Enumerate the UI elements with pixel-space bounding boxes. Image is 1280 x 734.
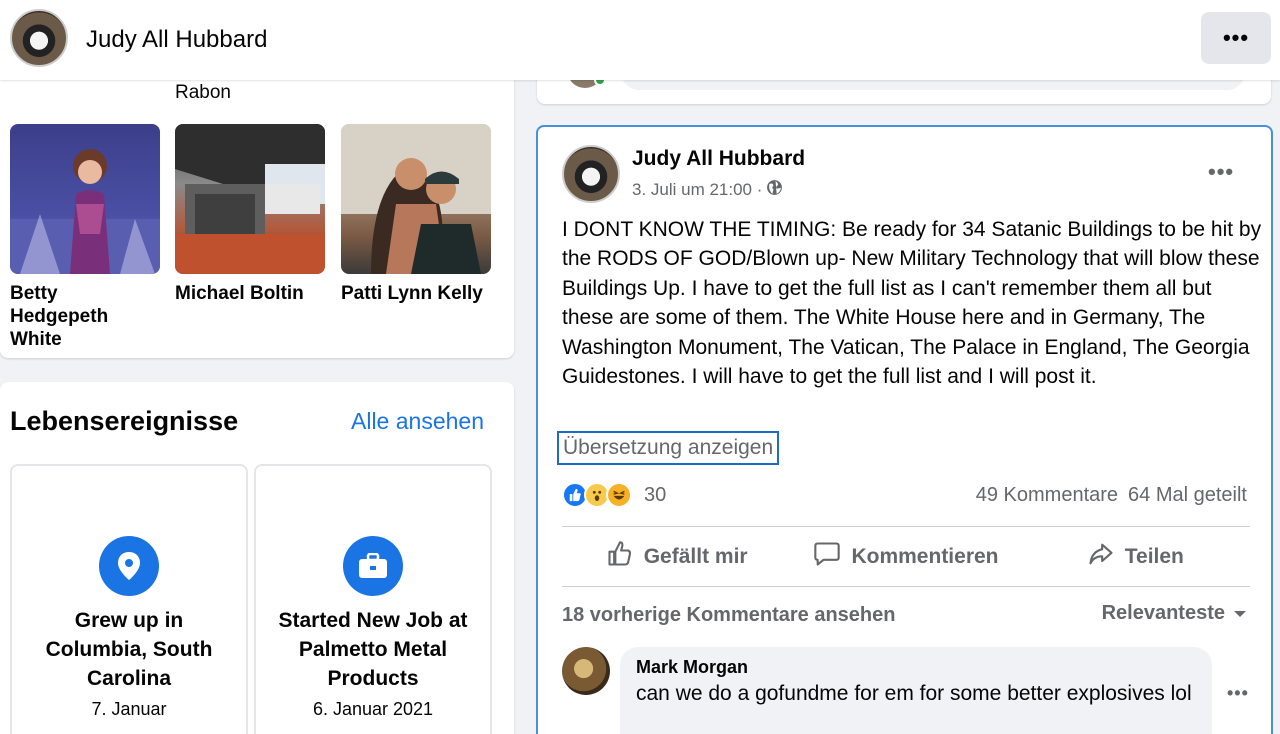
location-pin-icon: [99, 536, 159, 596]
friend-photo[interactable]: [10, 124, 160, 274]
share-icon: [1087, 540, 1115, 574]
comment-more-button[interactable]: •••: [1227, 683, 1249, 704]
reactions-summary[interactable]: 30: [562, 482, 666, 508]
globe-icon: [766, 179, 783, 201]
friend-name[interactable]: Patti Lynn Kelly: [341, 282, 491, 305]
share-label: Teilen: [1124, 545, 1184, 568]
post-author-avatar[interactable]: [562, 145, 620, 203]
comment-button[interactable]: Kommentieren: [791, 532, 1020, 582]
reaction-count[interactable]: 30: [644, 484, 666, 507]
like-label: Gefällt mir: [643, 545, 748, 568]
caret-down-icon: [1233, 602, 1247, 625]
view-previous-comments-link[interactable]: 18 vorherige Kommentare ansehen: [562, 604, 895, 627]
profile-name[interactable]: Judy All Hubbard: [86, 26, 267, 54]
friend-photo[interactable]: [341, 124, 491, 274]
friend-photo[interactable]: [175, 124, 325, 274]
briefcase-icon: [343, 536, 403, 596]
comment-label: Kommentieren: [851, 545, 999, 568]
friend-name-partial[interactable]: Rabon: [175, 82, 231, 104]
post-timestamp[interactable]: 3. Juli um 21:00 ·: [632, 180, 762, 200]
friend-item[interactable]: Patti Lynn Kelly: [341, 124, 491, 305]
comment-author-name[interactable]: Mark Morgan: [636, 657, 1196, 678]
post-meta: 3. Juli um 21:00 ·: [632, 179, 783, 201]
share-button[interactable]: Teilen: [1021, 532, 1250, 582]
comment-icon: [813, 540, 841, 574]
friend-name[interactable]: Betty Hedgepeth White: [10, 282, 160, 351]
haha-icon: [606, 482, 632, 508]
friends-card: Rabon Betty Hedgepeth White Michael Bolt…: [0, 60, 514, 358]
friend-item[interactable]: Betty Hedgepeth White: [10, 124, 160, 351]
post-author-name[interactable]: Judy All Hubbard: [632, 147, 805, 171]
see-all-link[interactable]: Alle ansehen: [351, 408, 484, 435]
post-actions: Gefällt mir Kommentieren Teilen: [562, 532, 1250, 582]
comment-author-avatar[interactable]: [562, 647, 610, 695]
life-event-title: Grew up in Columbia, South Carolina: [45, 609, 213, 690]
more-options-button[interactable]: •••: [1201, 12, 1271, 64]
comment-text: can we do a gofundme for em for some bet…: [636, 682, 1192, 705]
friend-item[interactable]: Michael Boltin: [175, 124, 325, 305]
friend-name[interactable]: Michael Boltin: [175, 282, 325, 305]
life-event-item[interactable]: Grew up in Columbia, South Carolina 7. J…: [10, 464, 248, 734]
show-translation-link[interactable]: Übersetzung anzeigen: [557, 431, 780, 465]
profile-avatar[interactable]: [10, 9, 68, 67]
life-events-title: Lebensereignisse: [10, 406, 239, 436]
post-more-button[interactable]: •••: [1208, 159, 1234, 185]
life-event-date: 6. Januar 2021: [312, 699, 434, 719]
life-event-title: Started New Job at Palmetto Metal Produc…: [278, 609, 468, 690]
shares-count[interactable]: 64 Mal geteilt: [1128, 484, 1247, 507]
post-card: Judy All Hubbard 3. Juli um 21:00 · ••• …: [536, 125, 1273, 734]
comment-sort-dropdown[interactable]: Relevanteste: [1102, 602, 1247, 625]
post-text: I DONT KNOW THE TIMING: Be ready for 34 …: [562, 218, 1262, 389]
life-events-card: Lebensereignisse Alle ansehen Grew up in…: [0, 382, 514, 734]
post-stats: 49 Kommentare 64 Mal geteilt: [976, 484, 1247, 507]
sort-label: Relevanteste: [1101, 602, 1225, 624]
life-event-item[interactable]: Started New Job at Palmetto Metal Produc…: [254, 464, 492, 734]
divider: [562, 586, 1250, 587]
divider: [562, 526, 1250, 527]
like-button[interactable]: Gefällt mir: [562, 532, 791, 582]
comments-count[interactable]: 49 Kommentare: [976, 484, 1118, 507]
comment-bubble: Mark Morgan can we do a gofundme for em …: [620, 647, 1212, 734]
life-event-date: 7. Januar: [91, 699, 167, 719]
profile-header: Judy All Hubbard •••: [0, 0, 1280, 80]
thumbs-up-icon: [606, 540, 634, 574]
